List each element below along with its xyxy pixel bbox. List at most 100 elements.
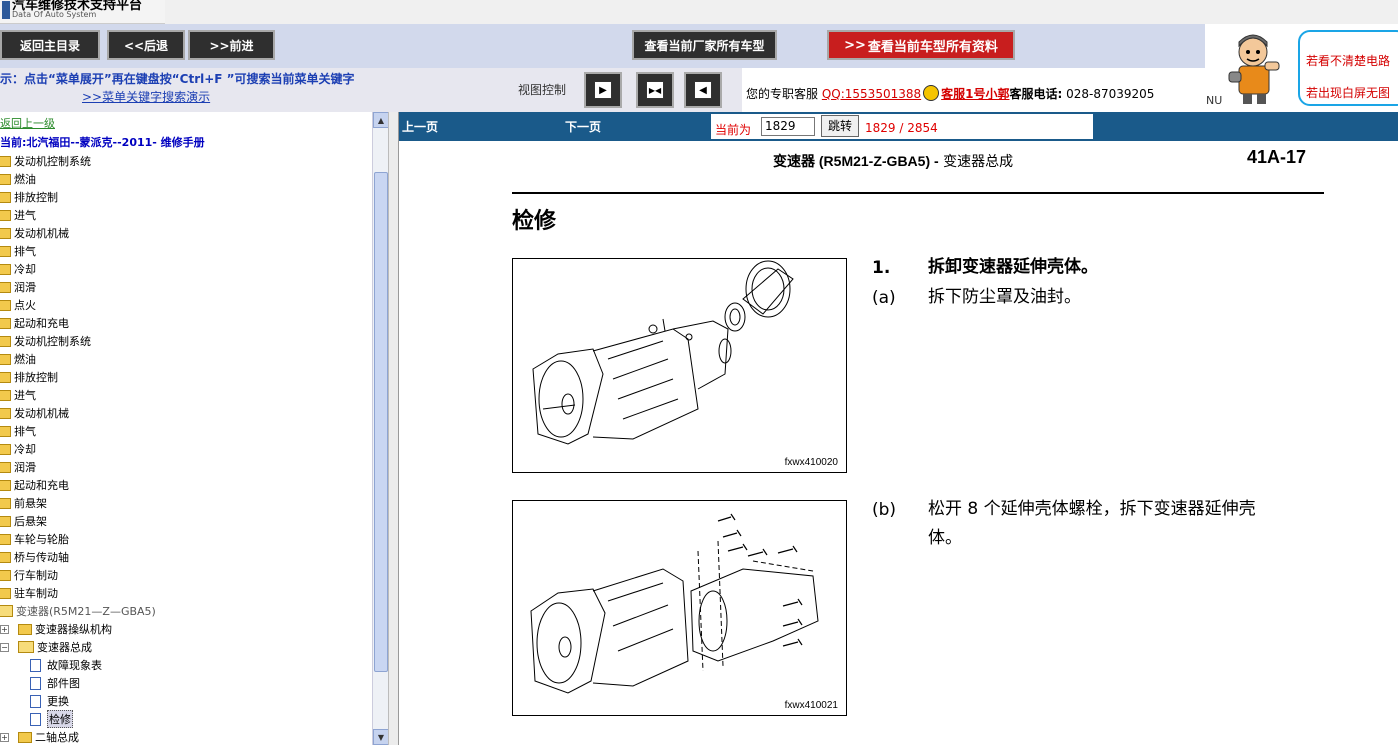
tree-subfolder-label: 变速器总成 [37,641,92,654]
qq-link[interactable]: QQ:1553501388 [822,87,921,101]
tree-document[interactable]: 检修 [30,710,73,728]
tree-subfolder-label: 二轴总成 [35,731,79,744]
tree-folder[interactable]: 前悬架 [0,494,47,512]
back-up-link[interactable]: 返回上一级 [0,115,55,131]
folder-icon [0,173,11,185]
page-number-input[interactable]: 1829 [761,117,815,136]
folder-icon [0,263,11,275]
tree-folder[interactable]: 冷却 [0,440,36,458]
prev-page-button[interactable]: 上一页 [402,118,438,135]
tree-folder[interactable]: 点火 [0,296,36,314]
folder-icon [0,353,11,365]
home-button[interactable]: 返回主目录 [0,30,100,60]
tree-folder-label: 排气 [14,245,36,258]
collapse-icon[interactable]: − [0,642,9,652]
scroll-up-icon[interactable]: ▲ [373,112,389,128]
forward-button[interactable]: >>前进 [188,30,275,60]
tree-folder-label: 起动和充电 [14,317,69,330]
tree-subfolder[interactable]: − 变速器总成 [0,638,92,656]
tree-folder[interactable]: 发动机控制系统 [0,152,91,170]
jump-button[interactable]: 跳转 [821,115,859,137]
tree-folder[interactable]: 车轮与轮胎 [0,530,69,548]
page-jump: 当前为 1829 跳转 1829 / 2854 [711,114,1093,139]
tree-subfolder[interactable]: + 变速器操纵机构 [0,620,112,638]
step-1-text: 拆卸变速器延伸壳体。 [928,257,1098,277]
folder-icon [18,641,34,653]
tree-folder[interactable]: 排气 [0,422,36,440]
folder-icon [18,731,32,743]
main-navbar: 返回主目录 <<后退 >>前进 查看当前厂家所有车型 >> 查看当前车型所有资料 [0,24,1205,68]
double-chevron-icon: >> [844,37,866,53]
tree-folder[interactable]: 驻车制动 [0,584,58,602]
arrow-right-icon: ▶ [594,81,612,99]
tip-bar: 示：点击“菜单展开”再在键盘按“Ctrl+F ”可搜索当前菜单关键字 >>菜单关… [0,68,510,112]
view-right-button[interactable]: ▶ [584,72,622,108]
tree-folder[interactable]: 后悬架 [0,512,47,530]
logo-icon [2,1,10,19]
tree-folder[interactable]: 燃油 [0,350,36,368]
tree-folder-label: 冷却 [14,263,36,276]
expand-icon[interactable]: + [0,624,9,634]
document-icon [30,712,41,726]
step-1b-number: (b) [872,500,897,520]
expand-icon[interactable]: + [0,732,9,742]
step-1b-text-line-2: 体。 [928,528,962,548]
document-icon [30,676,41,690]
all-docs-button[interactable]: >> 查看当前车型所有资料 [827,30,1015,60]
support-ad[interactable]: 若看不清楚电路 若出现白屏无图 NU [1205,24,1398,112]
sidebar-tree: 返回上一级 当前:北汽福田--蒙派克--2011- 维修手册 发动机控制系统 燃油… [0,112,372,745]
tree-folder[interactable]: 行车制动 [0,566,58,584]
pane-splitter[interactable] [388,112,399,745]
view-control: 视图控制 ▶ ▶◀ ◀ [510,68,742,112]
page-header-rest: 变速器总成 [938,154,1014,170]
tree-folder[interactable]: 发动机机械 [0,404,69,422]
tree-subfolder[interactable]: + 二轴总成 [0,728,79,745]
ad-bubble[interactable]: 若看不清楚电路 若出现白屏无图 [1298,30,1398,106]
tree-folder[interactable]: 排放控制 [0,188,58,206]
qq-penguin-icon[interactable] [923,85,940,101]
tree-folder[interactable]: 起动和充电 [0,314,69,332]
tree-folder[interactable]: 变速器(R5M21—Z—GBA5) [0,602,156,620]
back-button[interactable]: <<后退 [107,30,185,60]
contact-bar: 您的专职客服 QQ:1553501388 客服1号小郭客服电话: 028-8703… [742,68,1205,112]
view-split-button[interactable]: ▶◀ [636,72,674,108]
manual-page: 变速器 (R5M21-Z-GBA5) - 变速器总成 41A-17 检修 fxw… [399,141,1398,745]
figure-1: fxwx410020 [512,258,847,473]
arrow-left-icon: ◀ [694,81,712,99]
tree-folder-label: 进气 [14,389,36,402]
tree-document[interactable]: 部件图 [30,674,80,692]
kefu-link[interactable]: 客服1号小郭 [941,87,1009,101]
tree-folder-label: 驻车制动 [14,587,58,600]
scroll-thumb[interactable] [374,172,388,672]
tree-folder[interactable]: 进气 [0,206,36,224]
transmission-drawing-1 [532,260,794,445]
folder-icon [0,335,11,347]
tree-folder[interactable]: 起动和充电 [0,476,69,494]
tree-folder[interactable]: 发动机控制系统 [0,332,91,350]
sidebar-scrollbar[interactable]: ▲ ▼ [372,112,389,745]
app-subtitle: Data Of Auto System [12,10,97,19]
tree-document-label: 更换 [47,695,69,708]
tree-folder[interactable]: 润滑 [0,278,36,296]
view-left-button[interactable]: ◀ [684,72,722,108]
all-models-button[interactable]: 查看当前厂家所有车型 [632,30,777,60]
next-page-button[interactable]: 下一页 [565,118,601,135]
tree-folder[interactable]: 发动机机械 [0,224,69,242]
tree-folder[interactable]: 排气 [0,242,36,260]
folder-icon [0,443,11,455]
tree-folder[interactable]: 进气 [0,386,36,404]
tree-folder[interactable]: 桥与传动轴 [0,548,69,566]
tree-document-label: 部件图 [47,677,80,690]
tree-folder[interactable]: 冷却 [0,260,36,278]
figure-2-caption: fxwx410021 [784,700,838,711]
app-logo: 汽车维修技术支持平台 Data Of Auto System [0,0,165,24]
tree-folder[interactable]: 润滑 [0,458,36,476]
top-strip [165,0,1398,24]
tree-folder[interactable]: 排放控制 [0,368,58,386]
tree-document[interactable]: 更换 [30,692,69,710]
tree-folder[interactable]: 燃油 [0,170,36,188]
tree-document[interactable]: 故障现象表 [30,656,102,674]
search-demo-link[interactable]: >>菜单关键字搜索演示 [82,88,210,105]
scroll-down-icon[interactable]: ▼ [373,729,389,745]
document-icon [30,694,41,708]
